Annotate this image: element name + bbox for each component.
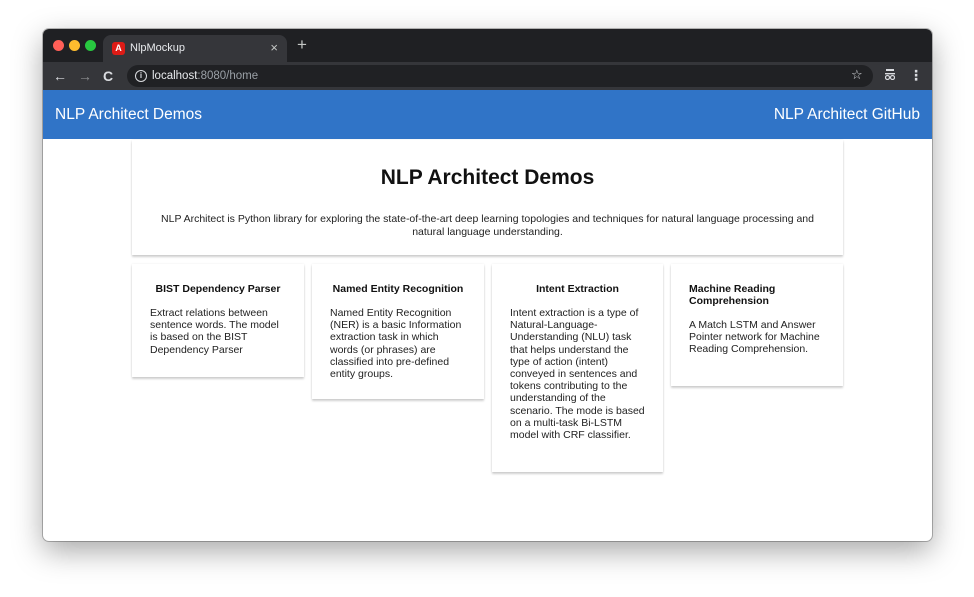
minimize-window-button[interactable] bbox=[69, 40, 80, 51]
tab-close-icon[interactable]: × bbox=[270, 40, 278, 56]
demo-card-bist-parser[interactable]: BIST Dependency Parser Extract relations… bbox=[132, 264, 304, 377]
card-description: A Match LSTM and Answer Pointer network … bbox=[689, 319, 820, 356]
browser-menu-icon[interactable]: ⋮ bbox=[909, 66, 923, 84]
url-path: :8080/home bbox=[197, 70, 259, 82]
browser-window: A NlpMockup × + ← → C i localhost:8080/h… bbox=[43, 29, 932, 541]
back-arrow-icon[interactable]: ← bbox=[53, 67, 67, 85]
extension-icon[interactable] bbox=[885, 69, 895, 80]
card-title: Machine Reading Comprehension bbox=[689, 283, 776, 307]
browser-titlebar: A NlpMockup × + bbox=[43, 29, 932, 62]
url-text[interactable]: localhost:8080/home bbox=[152, 69, 258, 83]
tab-title: NlpMockup bbox=[130, 42, 186, 54]
card-description: Extract relations between sentence words… bbox=[150, 307, 279, 356]
page-title: NLP Architect Demos bbox=[380, 166, 595, 189]
demo-card-machine-reading[interactable]: Machine Reading Comprehension A Match LS… bbox=[671, 264, 843, 386]
forward-arrow-icon[interactable]: → bbox=[78, 67, 92, 85]
site-info-icon[interactable]: i bbox=[135, 70, 147, 82]
card-title: Intent Extraction bbox=[536, 283, 619, 295]
card-title: Named Entity Recognition bbox=[332, 283, 464, 295]
angular-favicon-icon: A bbox=[112, 42, 125, 55]
card-description: Intent extraction is a type of Natural-L… bbox=[510, 307, 645, 442]
card-title: BIST Dependency Parser bbox=[155, 283, 281, 295]
browser-toolbar: ← → C i localhost:8080/home ☆ ⋮ bbox=[43, 62, 932, 90]
card-description: Named Entity Recognition (NER) is a basi… bbox=[330, 307, 462, 381]
demo-card-ner[interactable]: Named Entity Recognition Named Entity Re… bbox=[312, 264, 484, 399]
address-bar[interactable]: i localhost:8080/home bbox=[127, 65, 873, 87]
app-title-link[interactable]: NLP Architect Demos bbox=[55, 105, 202, 124]
close-window-button[interactable] bbox=[53, 40, 64, 51]
intro-description: NLP Architect is Python library for expl… bbox=[161, 213, 814, 238]
new-tab-button[interactable]: + bbox=[297, 36, 307, 54]
github-link[interactable]: NLP Architect GitHub bbox=[774, 105, 920, 124]
url-host: localhost bbox=[152, 70, 198, 82]
maximize-window-button[interactable] bbox=[85, 40, 96, 51]
demo-card-intent-extraction[interactable]: Intent Extraction Intent extraction is a… bbox=[492, 264, 663, 472]
reload-icon[interactable]: C bbox=[103, 67, 113, 85]
app-header: NLP Architect Demos NLP Architect GitHub bbox=[43, 90, 932, 139]
bookmark-star-icon[interactable]: ☆ bbox=[851, 67, 863, 83]
intro-card: NLP Architect Demos NLP Architect is Pyt… bbox=[132, 140, 843, 255]
browser-tab[interactable]: A NlpMockup × bbox=[103, 35, 287, 62]
